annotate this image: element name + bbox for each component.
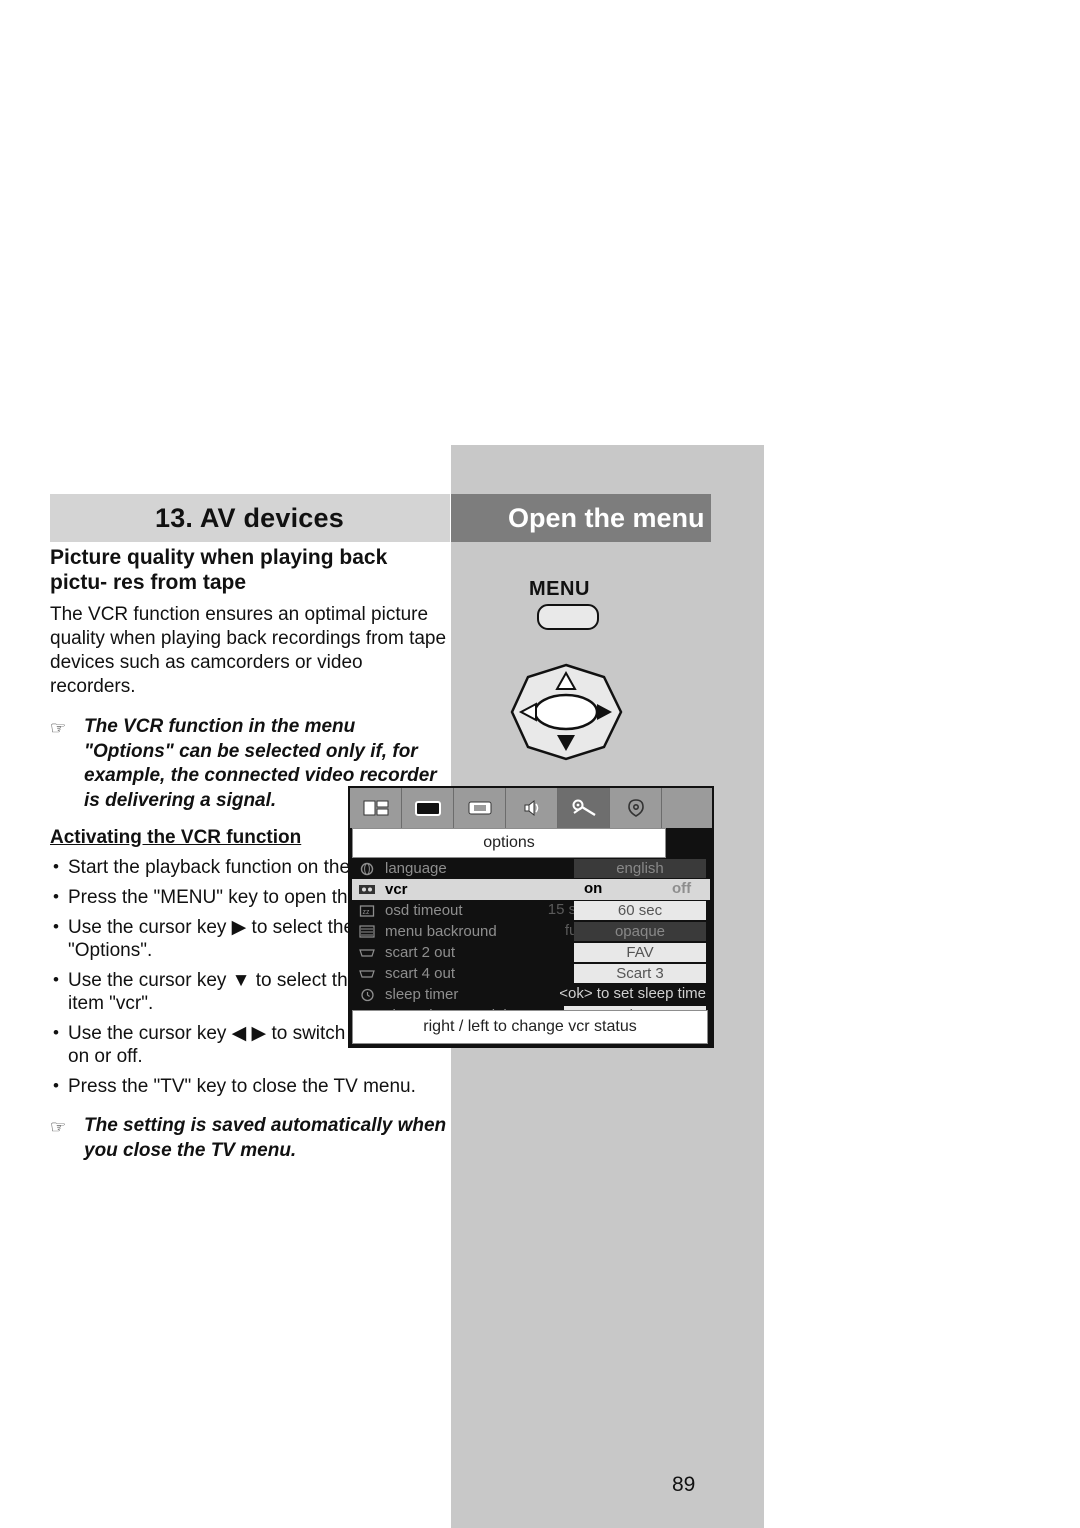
osd-row-label: scart 2 out (385, 944, 456, 961)
osd-row-label: osd timeout (385, 902, 463, 919)
subtitle: Picture quality when playing back pictu-… (50, 546, 388, 594)
chapter-header: 13. AV devices (50, 494, 450, 542)
svg-text:zz: zz (363, 909, 371, 916)
menu-key-label: MENU (529, 578, 590, 600)
menu-button[interactable] (537, 604, 599, 630)
osd-row-value: opaque (574, 922, 706, 941)
osd-row-value: FAV (574, 943, 706, 962)
osd-row-value: 60 sec (574, 901, 706, 920)
note-auto-save: ☞ The setting is saved automatically whe… (50, 1114, 450, 1163)
sound-tab[interactable] (454, 788, 506, 828)
osd-row-menu-background[interactable]: menu backround full opaque (352, 921, 710, 942)
list-item: • Press the "TV" key to close the TV menu… (50, 1075, 450, 1098)
osd-row-label: vcr (385, 881, 408, 898)
picture-tab[interactable] (350, 788, 402, 828)
osd-title: options (352, 828, 666, 858)
pointing-hand-icon: ☞ (50, 1117, 67, 1137)
osd-row-list: language english vcr on off zz osd timeo… (352, 858, 710, 1026)
osd-row-label: sleep timer (385, 986, 459, 1003)
bullet-icon: • (53, 917, 59, 936)
osd-row-label: scart 4 out (385, 965, 456, 982)
section-header: Open the menu (451, 494, 711, 542)
bullet-icon: • (53, 887, 59, 906)
osd-row-osd-timeout[interactable]: zz osd timeout 15 sec 60 sec (352, 900, 710, 921)
page-number: 89 (672, 1473, 696, 1496)
osd-row-scart4-out[interactable]: scart 4 out Scart 3 (352, 963, 710, 984)
bullet-icon: • (53, 1023, 59, 1042)
vcr-icon (356, 882, 378, 897)
osd-row-label: language (385, 860, 447, 877)
osd-row-label: menu backround (385, 923, 497, 940)
bullet-icon: • (53, 857, 59, 876)
osd-row-value: english (574, 859, 706, 878)
options-tab[interactable] (558, 788, 610, 828)
tv-osd-menu: options language english vcr on off zz o… (348, 786, 714, 1048)
vcr-off-value[interactable]: off (672, 880, 691, 897)
osd-row-scart2-out[interactable]: scart 2 out FAV (352, 942, 710, 963)
osd-row-value: Scart 3 (574, 964, 706, 983)
clock-icon (356, 987, 378, 1002)
osd-help-bar: right / left to change vcr status (352, 1010, 708, 1044)
vcr-on-value[interactable]: on (584, 880, 602, 897)
scart-icon (356, 966, 378, 981)
screen-tab[interactable] (402, 788, 454, 828)
osd-row-value: <ok> to set sleep time (559, 985, 706, 1002)
section-title: Open the menu (508, 503, 705, 533)
note-text: The setting is saved automatically when … (84, 1115, 447, 1161)
globe-icon (356, 861, 378, 876)
osd-row-vcr[interactable]: vcr on off (352, 879, 710, 900)
step-text: Press the "TV" key to close the TV menu. (68, 1076, 416, 1097)
bullet-icon: • (53, 970, 59, 989)
chapter-title: 13. AV devices (155, 503, 344, 533)
timer-icon: zz (356, 903, 378, 918)
osd-row-sleep-timer[interactable]: sleep timer <ok> to set sleep time (352, 984, 710, 1005)
pointing-hand-icon: ☞ (50, 718, 67, 738)
background-icon (356, 924, 378, 939)
audio-tab[interactable] (506, 788, 558, 828)
osd-row-language[interactable]: language english (352, 858, 710, 879)
intro-paragraph: The VCR function ensures an optimal pict… (50, 604, 447, 697)
bullet-icon: • (53, 1076, 59, 1095)
cursor-pad[interactable] (509, 663, 624, 761)
osd-tab-bar (350, 788, 712, 828)
info-tab[interactable] (610, 788, 662, 828)
scart-icon (356, 945, 378, 960)
